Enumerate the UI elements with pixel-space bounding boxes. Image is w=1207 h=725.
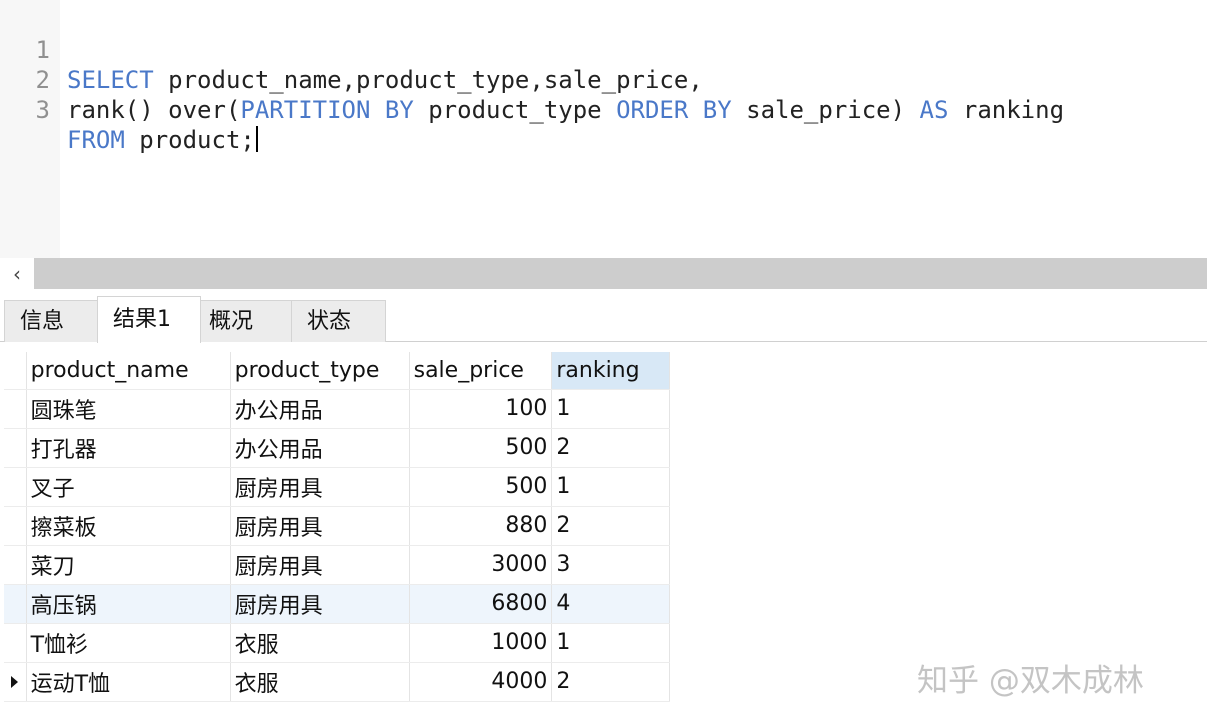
row-indicator[interactable] bbox=[4, 623, 27, 663]
cell-product-type[interactable]: 厨房用具 bbox=[230, 545, 410, 585]
cell-ranking[interactable]: 2 bbox=[551, 662, 670, 702]
grid-header-row: product_name product_type sale_price ran… bbox=[4, 352, 670, 390]
cell-ranking[interactable]: 1 bbox=[551, 389, 670, 429]
row-indicator[interactable] bbox=[4, 545, 27, 585]
table-row[interactable]: 菜刀 厨房用具 3000 3 bbox=[4, 545, 670, 585]
tab-overview[interactable]: 概况 bbox=[200, 300, 292, 342]
cell-product-type[interactable]: 衣服 bbox=[230, 662, 410, 702]
code-token: sale_price) bbox=[731, 96, 920, 124]
scrollbar-track[interactable] bbox=[34, 258, 1207, 289]
table-row[interactable]: 打孔器 办公用品 500 2 bbox=[4, 428, 670, 468]
code-token: ranking bbox=[948, 96, 1065, 124]
cell-product-type[interactable]: 办公用品 bbox=[230, 389, 410, 429]
sql-editor[interactable]: 1 SELECT product_name,product_type,sale_… bbox=[0, 0, 1207, 258]
cell-product-name[interactable]: T恤衫 bbox=[26, 623, 231, 663]
cell-product-name[interactable]: 圆珠笔 bbox=[26, 389, 231, 429]
table-row[interactable]: 高压锅 厨房用具 6800 4 bbox=[4, 584, 670, 624]
cell-sale-price[interactable]: 100 bbox=[409, 389, 553, 429]
cell-product-type[interactable]: 办公用品 bbox=[230, 428, 410, 468]
table-row-current[interactable]: 运动T恤 衣服 4000 2 bbox=[4, 662, 670, 702]
cell-sale-price[interactable]: 1000 bbox=[409, 623, 553, 663]
code-token: rank() over( bbox=[67, 96, 241, 124]
cell-product-type[interactable]: 厨房用具 bbox=[230, 506, 410, 546]
cell-product-name[interactable]: 叉子 bbox=[26, 467, 231, 507]
cell-product-type[interactable]: 衣服 bbox=[230, 623, 410, 663]
tab-info[interactable]: 信息 bbox=[4, 300, 98, 342]
horizontal-scrollbar[interactable]: ‹ bbox=[0, 258, 1207, 289]
watermark: 知乎 @双木成林 bbox=[917, 663, 1144, 699]
cell-sale-price[interactable]: 4000 bbox=[409, 662, 553, 702]
row-indicator-header bbox=[4, 352, 27, 390]
column-header-ranking[interactable]: ranking bbox=[551, 352, 670, 390]
code-token: product_type bbox=[413, 96, 617, 124]
cell-product-type[interactable]: 厨房用具 bbox=[230, 467, 410, 507]
row-indicator[interactable] bbox=[4, 584, 27, 624]
cell-sale-price[interactable]: 880 bbox=[409, 506, 553, 546]
column-header-product-type[interactable]: product_type bbox=[230, 352, 410, 390]
column-header-product-name[interactable]: product_name bbox=[26, 352, 231, 390]
result-grid[interactable]: product_name product_type sale_price ran… bbox=[4, 352, 670, 702]
keyword-order-by: ORDER BY bbox=[616, 96, 732, 124]
row-indicator[interactable] bbox=[4, 662, 27, 702]
column-header-sale-price[interactable]: sale_price bbox=[409, 352, 553, 390]
cell-sale-price[interactable]: 6800 bbox=[409, 584, 553, 624]
cell-ranking[interactable]: 4 bbox=[551, 584, 670, 624]
code-line-2[interactable]: 2 rank() over(PARTITION BY product_type … bbox=[0, 35, 1207, 124]
current-row-arrow-icon bbox=[11, 676, 19, 688]
text-caret bbox=[255, 126, 258, 152]
cell-product-name[interactable]: 擦菜板 bbox=[26, 506, 231, 546]
code-text[interactable]: rank() over(PARTITION BY product_type OR… bbox=[67, 95, 1064, 125]
cell-product-name[interactable]: 菜刀 bbox=[26, 545, 231, 585]
code-text[interactable]: FROM product; bbox=[67, 125, 258, 155]
table-row[interactable]: 擦菜板 厨房用具 880 2 bbox=[4, 506, 670, 546]
line-number: 3 bbox=[35, 96, 50, 124]
cell-ranking[interactable]: 2 bbox=[551, 428, 670, 468]
code-line-3[interactable]: 3 FROM product; bbox=[0, 65, 1207, 154]
cell-ranking[interactable]: 2 bbox=[551, 506, 670, 546]
row-indicator[interactable] bbox=[4, 389, 27, 429]
cell-product-name[interactable]: 打孔器 bbox=[26, 428, 231, 468]
tab-result-1[interactable]: 结果1 bbox=[97, 296, 201, 343]
code-token: product; bbox=[124, 126, 255, 154]
keyword-from: FROM bbox=[67, 126, 125, 154]
cell-sale-price[interactable]: 3000 bbox=[409, 545, 553, 585]
cell-sale-price[interactable]: 500 bbox=[409, 428, 553, 468]
row-indicator[interactable] bbox=[4, 428, 27, 468]
scroll-left-arrow-icon[interactable]: ‹ bbox=[0, 258, 34, 289]
table-row[interactable]: 圆珠笔 办公用品 100 1 bbox=[4, 389, 670, 429]
cell-ranking[interactable]: 1 bbox=[551, 623, 670, 663]
cell-sale-price[interactable]: 500 bbox=[409, 467, 553, 507]
result-tab-bar: 信息 结果1 概况 状态 bbox=[0, 292, 1207, 343]
cell-product-name[interactable]: 高压锅 bbox=[26, 584, 231, 624]
keyword-as: AS bbox=[919, 96, 949, 124]
table-row[interactable]: T恤衫 衣服 1000 1 bbox=[4, 623, 670, 663]
cell-ranking[interactable]: 1 bbox=[551, 467, 670, 507]
row-indicator[interactable] bbox=[4, 467, 27, 507]
row-indicator[interactable] bbox=[4, 506, 27, 546]
keyword-partition-by: PARTITION BY bbox=[240, 96, 414, 124]
code-line-1[interactable]: 1 SELECT product_name,product_type,sale_… bbox=[0, 5, 1207, 94]
cell-product-name[interactable]: 运动T恤 bbox=[26, 662, 231, 702]
cell-product-type[interactable]: 厨房用具 bbox=[230, 584, 410, 624]
tab-status[interactable]: 状态 bbox=[291, 300, 386, 342]
table-row[interactable]: 叉子 厨房用具 500 1 bbox=[4, 467, 670, 507]
cell-ranking[interactable]: 3 bbox=[551, 545, 670, 585]
